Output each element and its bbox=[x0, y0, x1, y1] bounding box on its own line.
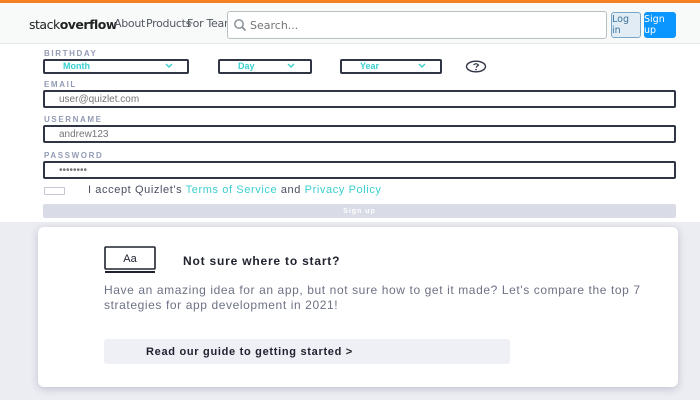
signup-button[interactable]: Sign up bbox=[644, 12, 676, 38]
terms-checkbox[interactable] bbox=[44, 187, 65, 195]
terms-prefix: I accept Quizlet's bbox=[88, 184, 186, 196]
birthday-label: BIRTHDAY bbox=[44, 49, 98, 58]
help-icon[interactable] bbox=[465, 60, 487, 73]
terms-of-service-link[interactable]: Terms of Service bbox=[186, 184, 278, 196]
username-input[interactable] bbox=[59, 127, 659, 141]
email-input[interactable] bbox=[59, 92, 659, 106]
nav-products[interactable]: Products bbox=[146, 17, 191, 30]
password-input[interactable] bbox=[59, 163, 659, 177]
chevron-down-icon bbox=[287, 63, 295, 68]
year-select[interactable]: Year bbox=[340, 59, 442, 74]
search-input[interactable] bbox=[250, 12, 600, 38]
flashcard-icon: Aa bbox=[104, 246, 156, 273]
chevron-down-icon bbox=[165, 63, 173, 68]
username-label: USERNAME bbox=[44, 115, 103, 124]
search-box[interactable] bbox=[227, 11, 607, 39]
year-value: Year bbox=[360, 61, 380, 71]
day-value: Day bbox=[238, 61, 255, 71]
form-signup-button[interactable]: Sign up bbox=[43, 204, 676, 218]
day-select[interactable]: Day bbox=[218, 59, 312, 74]
terms-and: and bbox=[277, 184, 305, 196]
guide-button[interactable]: Read our guide to getting started > bbox=[104, 339, 510, 364]
username-field[interactable] bbox=[43, 125, 676, 143]
flashcard-icon-text: Aa bbox=[123, 253, 137, 265]
card-body: Have an amazing idea for an app, but not… bbox=[104, 283, 641, 312]
top-bar: stackoverflow About Products For Teams L… bbox=[0, 0, 700, 44]
chevron-down-icon bbox=[418, 63, 426, 68]
month-value: Month bbox=[63, 61, 90, 71]
privacy-policy-link[interactable]: Privacy Policy bbox=[305, 184, 382, 196]
email-label: EMAIL bbox=[44, 80, 77, 89]
guide-card: Aa Not sure where to start? Have an amaz… bbox=[38, 227, 678, 387]
card-title: Not sure where to start? bbox=[183, 254, 341, 268]
nav-about[interactable]: About bbox=[114, 17, 145, 30]
password-field[interactable] bbox=[43, 161, 676, 179]
password-label: PASSWORD bbox=[44, 151, 104, 160]
login-button[interactable]: Log in bbox=[611, 12, 641, 38]
terms-text: I accept Quizlet's Terms of Service and … bbox=[88, 184, 382, 196]
month-select[interactable]: Month bbox=[43, 59, 189, 74]
stackoverflow-logo[interactable]: stackoverflow bbox=[26, 11, 117, 37]
logo-wordmark: stackoverflow bbox=[29, 16, 117, 32]
email-field[interactable] bbox=[43, 90, 676, 108]
search-icon bbox=[234, 19, 247, 32]
